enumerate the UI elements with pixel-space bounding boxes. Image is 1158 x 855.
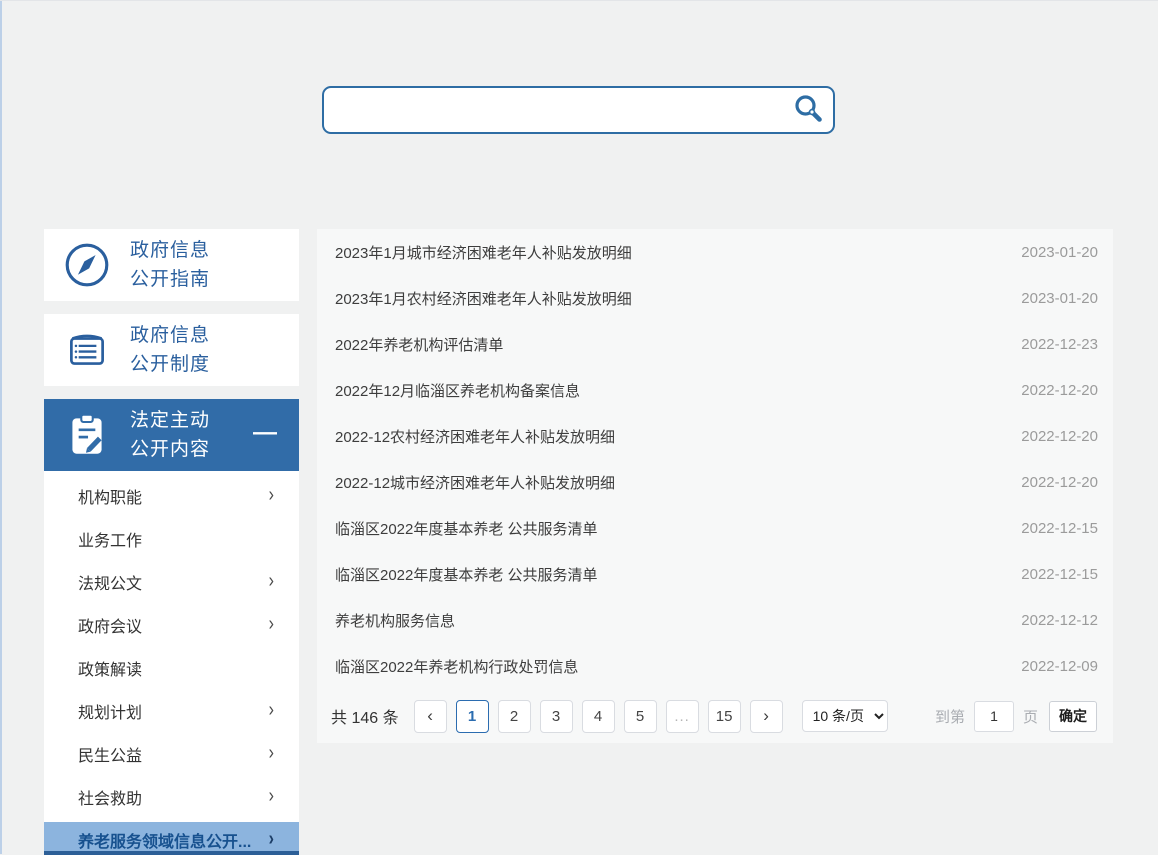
document-date: 2023-01-20 — [1021, 290, 1098, 307]
sidebar-item-gov-meetings[interactable]: 政府会议 › — [44, 603, 299, 646]
sidebar-item-label: 民生公益 — [78, 742, 142, 766]
sidebar-item-label: 政策解读 — [78, 656, 142, 680]
page-button-4[interactable]: 4 — [582, 700, 615, 733]
sidebar-submenu: 机构职能 › 业务工作 法规公文 › 政府会议 › 政策解读 规划计划 › 民生… — [44, 471, 299, 855]
goto-suffix-label: 页 — [1023, 706, 1038, 727]
submenu-bottom-strip — [44, 851, 299, 855]
goto-page-group: 到第 页 确定 — [935, 701, 1097, 732]
sidebar-item-label: 社会救助 — [78, 785, 142, 809]
collapse-minus-icon[interactable]: — — [253, 421, 277, 445]
sidebar-item-regulations[interactable]: 法规公文 › — [44, 560, 299, 603]
sidebar-item-label: 政府信息 公开制度 — [130, 321, 210, 379]
list-item[interactable]: 2022-12城市经济困难老年人补贴发放明细 2022-12-20 — [317, 459, 1113, 505]
page-button-15[interactable]: 15 — [708, 700, 741, 733]
sidebar-item-policy-interpretation[interactable]: 政策解读 — [44, 646, 299, 689]
chevron-right-icon: › — [269, 742, 274, 765]
sidebar-item-label: 政府会议 — [78, 613, 142, 637]
chevron-right-icon: › — [269, 570, 274, 593]
sidebar-item-label: 机构职能 — [78, 484, 142, 508]
list-item[interactable]: 2022-12农村经济困难老年人补贴发放明细 2022-12-20 — [317, 413, 1113, 459]
page-ellipsis-button[interactable]: ... — [666, 700, 699, 733]
goto-prefix-label: 到第 — [935, 706, 965, 727]
sidebar-item-label: 法规公文 — [78, 570, 142, 594]
sidebar-item-label: 政府信息 公开指南 — [130, 236, 210, 294]
document-date: 2022-12-15 — [1021, 566, 1098, 583]
search-icon — [792, 93, 824, 128]
document-title-link[interactable]: 2022年养老机构评估清单 — [335, 334, 503, 355]
chevron-right-icon: › — [269, 785, 274, 808]
sidebar-item-gov-info-system[interactable]: 政府信息 公开制度 — [44, 314, 299, 386]
document-date: 2022-12-09 — [1021, 658, 1098, 675]
sidebar-item-label: 规划计划 — [78, 699, 142, 723]
list-item[interactable]: 2023年1月农村经济困难老年人补贴发放明细 2023-01-20 — [317, 275, 1113, 321]
list-item[interactable]: 养老机构服务信息 2022-12-12 — [317, 597, 1113, 643]
sidebar-item-business-work[interactable]: 业务工作 — [44, 517, 299, 560]
next-page-button[interactable]: › — [750, 700, 783, 733]
document-date: 2022-12-23 — [1021, 336, 1098, 353]
chevron-right-icon: › — [269, 699, 274, 722]
document-date: 2022-12-20 — [1021, 428, 1098, 445]
compass-icon — [44, 240, 130, 290]
document-title-link[interactable]: 2022-12城市经济困难老年人补贴发放明细 — [335, 472, 615, 493]
sidebar-item-statutory-disclosure[interactable]: 法定主动 公开内容 — — [44, 399, 299, 471]
sidebar-item-social-assistance[interactable]: 社会救助 › — [44, 775, 299, 818]
sidebar-item-planning[interactable]: 规划计划 › — [44, 689, 299, 732]
list-item[interactable]: 2022年养老机构评估清单 2022-12-23 — [317, 321, 1113, 367]
document-date: 2022-12-20 — [1021, 382, 1098, 399]
search-button[interactable] — [790, 92, 826, 128]
document-title-link[interactable]: 2023年1月农村经济困难老年人补贴发放明细 — [335, 288, 632, 309]
pagination-bar: 共 146 条 ‹ 1 2 3 4 5 ... 15 › 10 条/页 到第 页… — [317, 689, 1113, 743]
total-count-label: 共 146 条 — [331, 704, 399, 728]
document-title-link[interactable]: 2022-12农村经济困难老年人补贴发放明细 — [335, 426, 615, 447]
list-item[interactable]: 临淄区2022年度基本养老 公共服务清单 2022-12-15 — [317, 505, 1113, 551]
document-date: 2022-12-15 — [1021, 520, 1098, 537]
document-title-link[interactable]: 2023年1月城市经济困难老年人补贴发放明细 — [335, 242, 632, 263]
page-button-1[interactable]: 1 — [456, 700, 489, 733]
chevron-right-icon: › — [269, 613, 274, 636]
document-title-link[interactable]: 临淄区2022年养老机构行政处罚信息 — [335, 656, 578, 677]
chevron-right-icon: › — [269, 829, 274, 852]
page-size-select[interactable]: 10 条/页 — [802, 700, 888, 732]
confirm-button[interactable]: 确定 — [1049, 701, 1097, 732]
document-title-link[interactable]: 2022年12月临淄区养老机构备案信息 — [335, 380, 580, 401]
sidebar-item-gov-info-guide[interactable]: 政府信息 公开指南 — [44, 229, 299, 301]
list-item[interactable]: 临淄区2022年度基本养老 公共服务清单 2022-12-15 — [317, 551, 1113, 597]
document-date: 2023-01-20 — [1021, 244, 1098, 261]
goto-page-input[interactable] — [974, 701, 1014, 732]
sidebar-item-label: 养老服务领域信息公开... — [78, 828, 251, 852]
search-input[interactable] — [322, 86, 835, 134]
page-button-2[interactable]: 2 — [498, 700, 531, 733]
book-icon — [44, 325, 130, 375]
sidebar-item-agency-functions[interactable]: 机构职能 › — [44, 474, 299, 517]
sidebar-item-livelihood-welfare[interactable]: 民生公益 › — [44, 732, 299, 775]
search-bar — [322, 86, 835, 134]
sidebar-item-label: 业务工作 — [78, 527, 142, 551]
sidebar-item-label: 法定主动 公开内容 — [130, 406, 210, 464]
document-list-panel: 2023年1月城市经济困难老年人补贴发放明细 2023-01-20 2023年1… — [317, 229, 1113, 743]
document-date: 2022-12-12 — [1021, 612, 1098, 629]
page-button-5[interactable]: 5 — [624, 700, 657, 733]
document-title-link[interactable]: 临淄区2022年度基本养老 公共服务清单 — [335, 518, 598, 539]
chevron-right-icon: › — [269, 484, 274, 507]
prev-page-button[interactable]: ‹ — [414, 700, 447, 733]
list-item[interactable]: 临淄区2022年养老机构行政处罚信息 2022-12-09 — [317, 643, 1113, 689]
document-title-link[interactable]: 临淄区2022年度基本养老 公共服务清单 — [335, 564, 598, 585]
page-left-accent — [0, 1, 2, 854]
clipboard-pencil-icon — [44, 410, 130, 460]
list-item[interactable]: 2022年12月临淄区养老机构备案信息 2022-12-20 — [317, 367, 1113, 413]
page-button-3[interactable]: 3 — [540, 700, 573, 733]
list-item[interactable]: 2023年1月城市经济困难老年人补贴发放明细 2023-01-20 — [317, 229, 1113, 275]
document-date: 2022-12-20 — [1021, 474, 1098, 491]
document-title-link[interactable]: 养老机构服务信息 — [335, 610, 455, 631]
